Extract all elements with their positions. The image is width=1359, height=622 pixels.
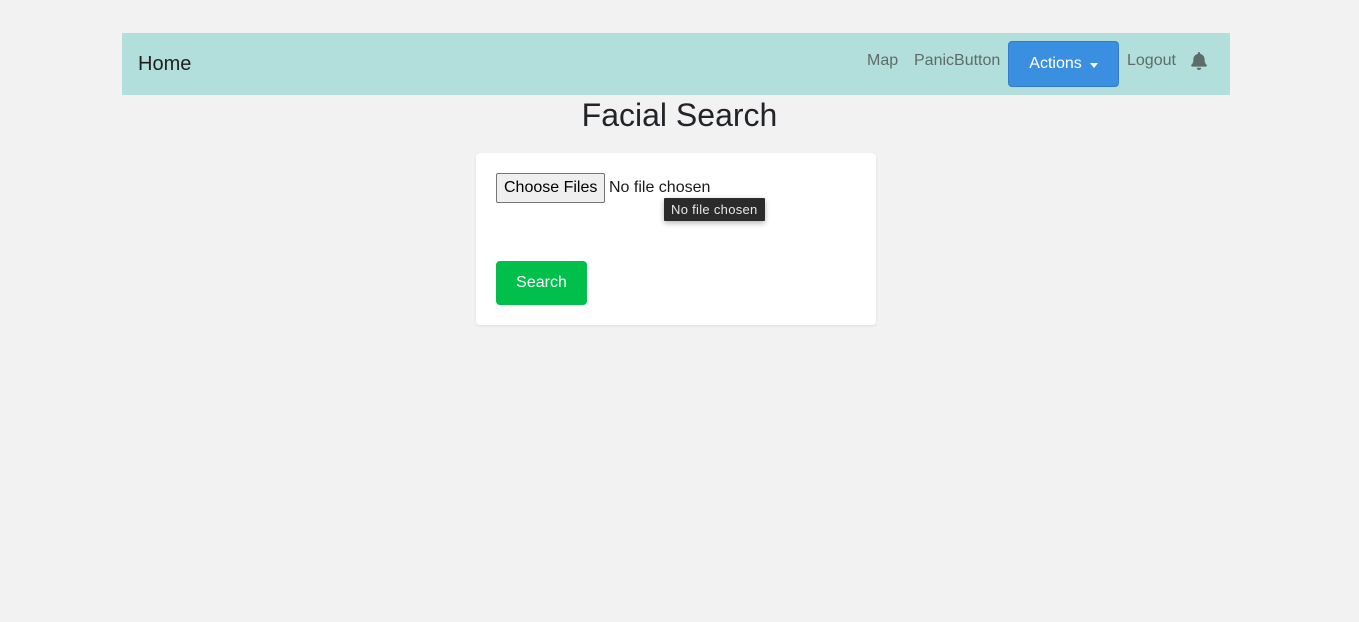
navbar: Home Map PanicButton Actions Logout: [122, 33, 1230, 95]
nav-link-map[interactable]: Map: [867, 51, 898, 71]
caret-down-icon: [1089, 62, 1098, 68]
page-title: Facial Search: [581, 97, 778, 133]
file-status-text: No file chosen: [609, 179, 711, 196]
bell-icon[interactable]: [1190, 52, 1208, 70]
search-card: Choose Files No file chosen No file chos…: [476, 153, 876, 325]
nav-link-logout[interactable]: Logout: [1127, 51, 1176, 71]
file-tooltip: No file chosen: [664, 198, 765, 221]
actions-dropdown-button[interactable]: Actions: [1008, 41, 1119, 87]
search-button[interactable]: Search: [496, 261, 587, 305]
actions-label: Actions: [1029, 55, 1082, 72]
home-brand-link[interactable]: Home: [138, 52, 191, 76]
choose-files-button[interactable]: Choose Files: [496, 173, 606, 203]
nav-link-panic-button[interactable]: PanicButton: [914, 51, 1000, 71]
